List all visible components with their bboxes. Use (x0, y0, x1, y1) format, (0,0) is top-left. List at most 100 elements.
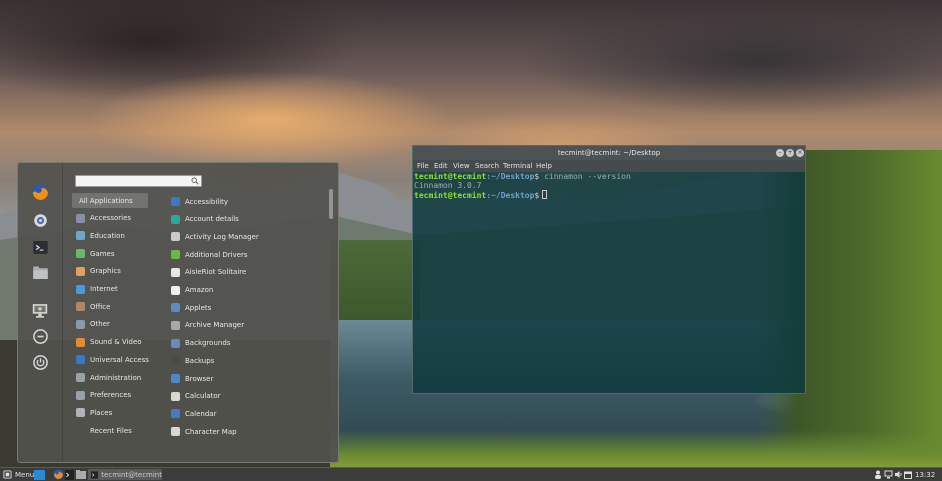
app-backgrounds[interactable]: Backgrounds (168, 336, 328, 351)
taskbar-window-label: tecmint@tecmint (101, 470, 162, 479)
files-icon[interactable] (30, 262, 50, 282)
minimize-icon[interactable]: – (776, 149, 784, 157)
terminal-icon[interactable] (30, 237, 50, 257)
category-label: Office (90, 302, 111, 311)
tray-user[interactable] (874, 469, 882, 480)
menu-file[interactable]: File (417, 162, 429, 170)
app-calendar[interactable]: Calendar (168, 406, 328, 421)
category-recent-files[interactable]: Recent Files (72, 423, 148, 438)
files-launcher[interactable] (76, 469, 86, 480)
category-preferences[interactable]: Preferences (72, 388, 148, 403)
menu-view[interactable]: View (453, 162, 470, 170)
menu-terminal[interactable]: Terminal (503, 162, 533, 170)
app-label: Accessibility (185, 197, 229, 206)
universal-access-icon (76, 355, 85, 365)
category-games[interactable]: Games (72, 246, 148, 261)
close-icon[interactable]: × (796, 149, 804, 157)
menu-edit[interactable]: Edit (434, 162, 448, 170)
solitaire-icon (171, 267, 180, 277)
menu-icon (3, 470, 12, 479)
category-places[interactable]: Places (72, 405, 148, 420)
menu-search-input[interactable] (78, 176, 186, 186)
category-label: Other (90, 320, 110, 329)
app-archive-manager[interactable]: Archive Manager (168, 318, 328, 333)
category-label: Administration (90, 373, 142, 382)
category-label: Places (90, 408, 113, 417)
show-desktop-launcher[interactable] (34, 469, 45, 480)
prompt-user: tecmint@tecmint (414, 172, 487, 181)
other-icon (76, 319, 85, 329)
activity-log-icon (171, 232, 180, 242)
category-universal-access[interactable]: Universal Access (72, 352, 149, 367)
terminal-launcher[interactable] (65, 469, 74, 480)
category-administration[interactable]: Administration (72, 370, 148, 385)
taskbar-window-terminal[interactable]: tecmint@tecmint (88, 469, 162, 480)
app-label: Account details (185, 215, 239, 224)
sound-video-icon (76, 337, 85, 347)
app-label: Calculator (185, 392, 221, 401)
terminal-titlebar[interactable]: tecmint@tecmint: ~/Desktop – + × (413, 146, 805, 160)
category-other[interactable]: Other (72, 317, 148, 332)
clock[interactable]: 13:32 (915, 469, 935, 480)
app-label: Character Map (185, 427, 237, 436)
tray-volume[interactable] (894, 469, 903, 480)
category-office[interactable]: Office (72, 299, 148, 314)
administration-icon (76, 373, 85, 382)
app-account-details[interactable]: Account details (168, 212, 328, 227)
application-list-scrollbar[interactable] (329, 189, 333, 457)
menu-button-label: Menu (15, 470, 35, 479)
internet-icon (76, 284, 85, 294)
category-label: Recent Files (90, 426, 132, 435)
desktop-icon (34, 469, 45, 480)
power-icon[interactable] (30, 352, 50, 372)
terminal-window[interactable]: tecmint@tecmint: ~/Desktop – + × File Ed… (412, 145, 806, 394)
category-label: Sound & Video (90, 338, 142, 347)
search-icon[interactable] (191, 177, 199, 185)
app-label: Additional Drivers (185, 250, 248, 259)
category-label: Internet (90, 285, 118, 293)
settings-icon[interactable] (30, 210, 50, 230)
calculator-icon (171, 391, 180, 401)
logout-icon[interactable] (30, 326, 50, 346)
app-character-map[interactable]: Character Map (168, 424, 328, 439)
games-icon (76, 249, 85, 259)
tray-network[interactable] (884, 469, 893, 480)
menu-help[interactable]: Help (536, 162, 552, 170)
firefox-icon (53, 469, 64, 480)
category-education[interactable]: Education (72, 228, 148, 243)
app-label: Activity Log Manager (185, 232, 259, 241)
volume-icon (895, 471, 902, 478)
app-label: Browser (185, 374, 214, 383)
menu-button[interactable]: Menu (3, 469, 34, 480)
graphics-icon (76, 266, 85, 276)
terminal-icon (65, 469, 74, 480)
scrollbar-thumb[interactable] (329, 189, 333, 219)
app-applets[interactable]: Applets (168, 300, 328, 315)
terminal-output[interactable]: tecmint@tecmint:~/Desktop$ cinnamon --ve… (414, 172, 804, 392)
places-icon (76, 408, 85, 418)
tray-calendar[interactable] (904, 469, 912, 480)
app-additional-drivers[interactable]: Additional Drivers (168, 247, 328, 262)
app-backups[interactable]: Backups (168, 353, 328, 368)
app-accessibility[interactable]: Accessibility (168, 194, 328, 209)
menu-search[interactable]: Search (475, 162, 499, 170)
category-sound-video[interactable]: Sound & Video (72, 335, 148, 350)
app-amazon[interactable]: Amazon (168, 283, 328, 298)
category-all-applications[interactable]: All Applications (72, 193, 148, 208)
app-browser[interactable]: Browser (168, 371, 328, 386)
app-activity-log-manager[interactable]: Activity Log Manager (168, 229, 328, 244)
prompt-symbol: $ (534, 191, 540, 200)
app-aisleriot-solitaire[interactable]: AisleRiot Solitaire (168, 265, 328, 280)
firefox-icon[interactable] (30, 182, 50, 202)
maximize-icon[interactable]: + (786, 149, 794, 157)
prompt-path: :~/Desktop (486, 191, 535, 200)
lock-screen-icon[interactable] (30, 300, 50, 320)
category-label: Graphics (90, 267, 121, 276)
category-accessories[interactable]: Accessories (72, 211, 148, 226)
category-label: Preferences (90, 391, 132, 400)
firefox-launcher[interactable] (53, 469, 64, 480)
category-graphics[interactable]: Graphics (72, 264, 148, 279)
app-calculator[interactable]: Calculator (168, 389, 328, 404)
menu-search-box[interactable] (75, 175, 202, 187)
category-internet[interactable]: Internet (72, 282, 148, 297)
